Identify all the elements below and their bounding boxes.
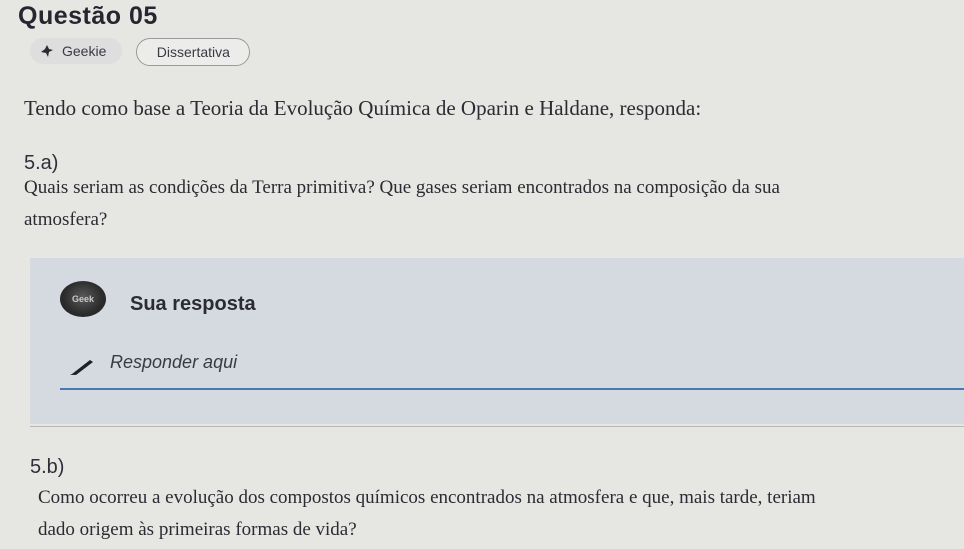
pencil-icon bbox=[68, 356, 96, 376]
question-title: Questão 05 bbox=[18, 2, 158, 30]
question-tags: Geekie Dissertativa bbox=[30, 38, 251, 66]
answer-input-underline bbox=[60, 388, 964, 390]
part-b-line-1: Como ocorreu a evolução dos compostos qu… bbox=[38, 487, 816, 508]
part-a-line-1: Quais seriam as condições da Terra primi… bbox=[24, 177, 780, 198]
part-b-label: 5.b) bbox=[30, 456, 65, 478]
question-prompt: Tendo como base a Teoria da Evolução Quí… bbox=[24, 96, 702, 120]
question-page: Questão 05 Geekie Dissertativa Tendo com… bbox=[0, 0, 964, 549]
source-tag: Geekie bbox=[30, 38, 123, 64]
answer-title: Sua resposta bbox=[130, 293, 256, 315]
avatar: Geek bbox=[60, 281, 106, 317]
answer-panel: Geek Sua resposta bbox=[30, 258, 964, 424]
type-tag: Dissertativa bbox=[136, 38, 251, 66]
bird-icon bbox=[40, 44, 54, 58]
source-tag-label: Geekie bbox=[62, 43, 107, 59]
part-a-line-2: atmosfera? bbox=[24, 209, 108, 230]
section-divider bbox=[30, 426, 964, 427]
answer-input[interactable] bbox=[110, 352, 870, 373]
part-b-line-2: dado origem às primeiras formas de vida? bbox=[38, 519, 357, 540]
